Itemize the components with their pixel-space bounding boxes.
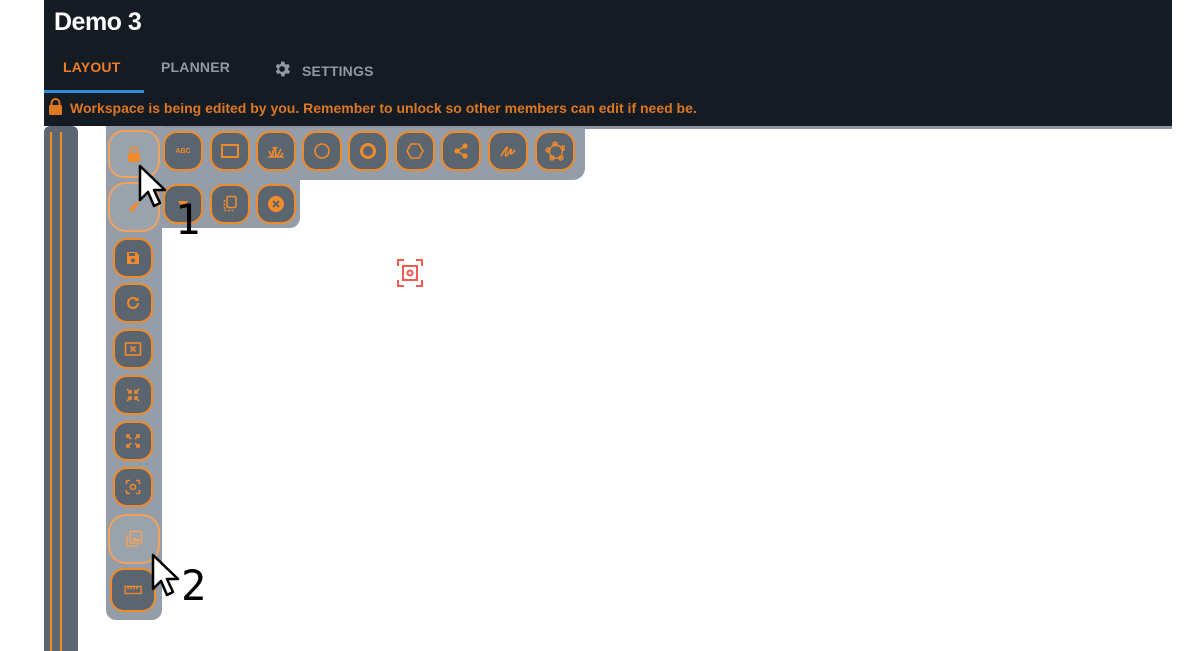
tab-planner[interactable]: PLANNER [161,59,230,75]
edit-lock-notice-text: Workspace is being edited by you. Rememb… [70,100,697,116]
tab-planner-label: PLANNER [161,59,231,75]
expand-button[interactable] [113,421,153,461]
lock-icon [48,98,63,118]
polygon-nodes-tool-button[interactable] [535,131,575,171]
left-rail [44,126,78,651]
shape-toolbar: ABC [160,128,585,180]
save-button[interactable] [113,238,153,278]
annotation-number-1: 1 [175,195,201,244]
cursor-pointer-icon [137,164,171,215]
freehand-tool-button[interactable] [488,131,528,171]
close-circle-icon [267,195,285,213]
ruler-icon [124,585,142,595]
collapse-icon [125,387,141,403]
duplicate-button[interactable] [210,184,250,224]
clear-canvas-icon [124,341,142,357]
hexagon-icon [406,142,424,160]
focus-center-icon [125,479,141,495]
collapse-button[interactable] [113,375,153,415]
annotation-number-2: 2 [181,561,207,610]
cancel-button[interactable] [256,184,296,224]
tab-settings-label: SETTINGS [302,62,374,79]
rectangle-icon [221,144,239,158]
lock-icon [127,146,141,162]
page-title: Demo 3 [54,8,142,36]
duplicate-icon [222,195,238,213]
rectangle-tool-button[interactable] [210,131,250,171]
text-label-icon: ABC [175,147,191,155]
app-header: Demo 3 LAYOUT PLANNER SETTINGS Workspace… [44,0,1172,126]
field-grass-icon [267,144,285,158]
rail-line [50,132,52,651]
tab-layout[interactable]: LAYOUT [63,59,120,75]
connector-tool-button[interactable] [441,131,481,171]
ring-tool-button[interactable] [348,131,388,171]
canvas-focus-target[interactable] [396,258,424,293]
circle-tool-button[interactable] [302,131,342,171]
share-nodes-icon [453,143,469,159]
polygon-nodes-icon [545,141,565,161]
edit-lock-notice: Workspace is being edited by you. Rememb… [48,98,697,118]
active-tab-indicator [44,90,144,93]
rail-line [60,132,62,651]
clear-canvas-button[interactable] [113,329,153,369]
tab-layout-label: LAYOUT [63,59,121,75]
expand-icon [125,433,141,449]
gear-icon [272,59,292,82]
cursor-pointer-icon [150,553,184,604]
circle-icon [313,142,331,160]
focus-center-button[interactable] [113,467,153,507]
refresh-icon [125,295,141,311]
tab-settings[interactable]: SETTINGS [272,59,374,82]
refresh-button[interactable] [113,283,153,323]
field-tool-button[interactable] [256,131,296,171]
image-layers-icon [125,530,143,548]
hexagon-tool-button[interactable] [395,131,435,171]
freehand-draw-icon [499,143,517,159]
save-icon [125,250,141,266]
ring-icon [359,142,377,160]
